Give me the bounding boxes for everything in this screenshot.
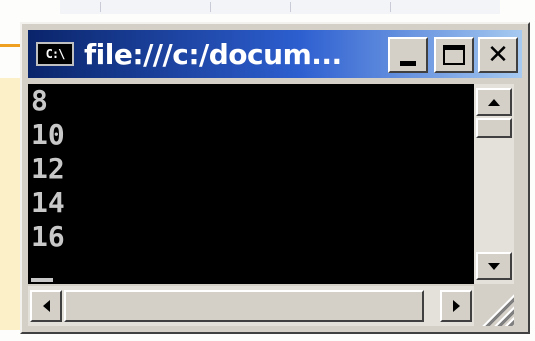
text-cursor [31,278,53,282]
background-tick [210,2,211,12]
console-line: 12 [31,152,65,185]
arrow-left-icon [42,300,50,312]
horizontal-scroll-thumb[interactable] [64,290,424,322]
scroll-left-button[interactable] [30,290,62,322]
minimize-icon [400,60,416,66]
console-line: 10 [31,118,65,151]
scroll-right-button[interactable] [440,290,472,322]
size-grip-icon[interactable] [476,288,514,326]
console-app-icon[interactable]: C:\ [36,42,74,66]
vertical-scroll-thumb[interactable] [476,118,512,138]
minimize-button[interactable] [388,37,428,73]
console-window: C:\ file:///c:/docum... ✕ 8 10 12 14 16 [20,22,530,334]
arrow-right-icon [452,300,460,312]
console-line: 14 [31,186,65,219]
console-line: 8 [31,84,48,117]
background-slide-top [60,0,500,14]
close-button[interactable]: ✕ [478,37,518,73]
horizontal-scrollbar[interactable] [28,286,474,326]
window-title: file:///c:/docum... [84,37,342,71]
maximize-icon [443,45,465,65]
title-bar[interactable]: C:\ file:///c:/docum... ✕ [28,30,522,78]
arrow-up-icon [488,98,500,106]
close-icon: ✕ [487,40,509,70]
scroll-up-button[interactable] [476,88,512,116]
scroll-down-button[interactable] [476,252,512,280]
background-tick [100,2,101,12]
console-output[interactable]: 8 10 12 14 16 [28,84,474,284]
vertical-scrollbar[interactable] [474,84,514,284]
console-line: 16 [31,220,65,253]
background-tick [390,2,391,12]
arrow-down-icon [488,262,500,270]
background-tick [290,2,291,12]
maximize-button[interactable] [434,37,474,73]
